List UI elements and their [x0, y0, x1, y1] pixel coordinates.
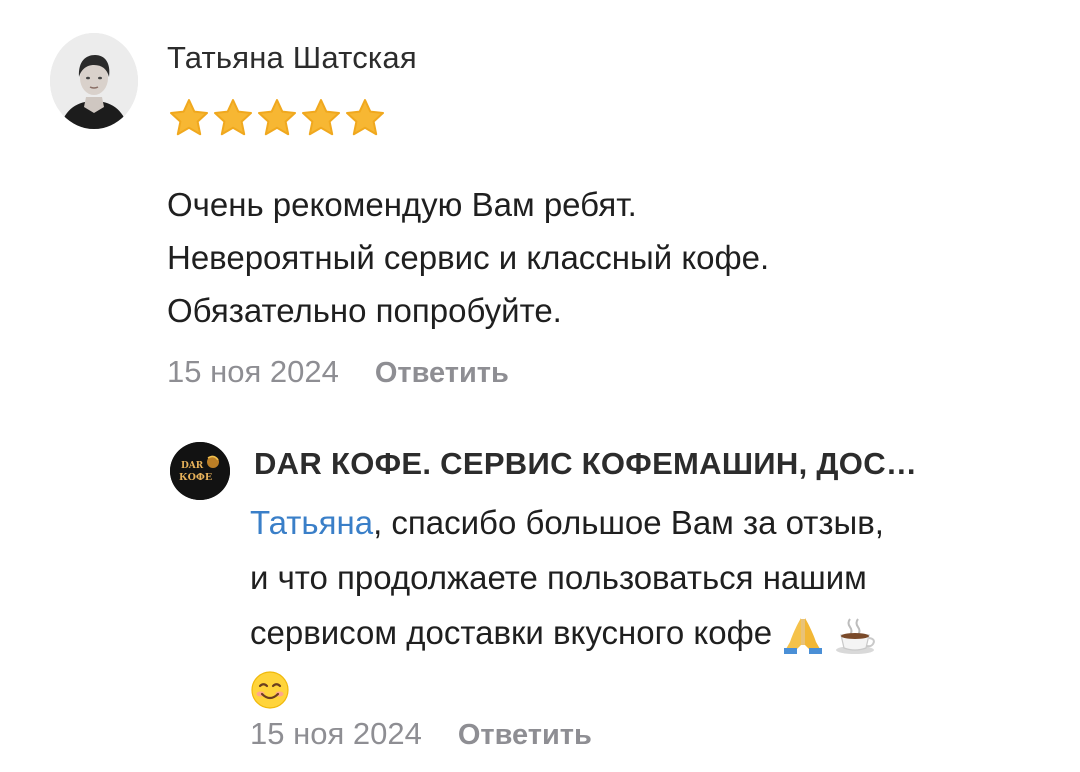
user-avatar-image — [50, 33, 138, 129]
reply-text: Татьяна, спасибо большое Вам за отзыв, и… — [250, 495, 1050, 715]
business-logo-bottom: КОФЕ — [179, 472, 212, 483]
reply-text-fragment: сервисом доставки вкусного кофе — [250, 614, 773, 651]
reply-text-line: сервисом доставки вкусного кофе — [250, 605, 1050, 660]
hot-beverage-icon — [836, 618, 876, 655]
star-rating — [168, 98, 386, 138]
star-icon — [302, 99, 340, 136]
user-avatar[interactable] — [50, 33, 138, 129]
reply-text-fragment: , спасибо большое Вам за отзыв, — [373, 504, 884, 541]
reply-button[interactable]: Ответить — [458, 719, 592, 752]
business-avatar[interactable]: DAR КОФЕ — [170, 442, 230, 500]
review-date: 15 ноя 2024 — [167, 354, 339, 389]
review-text-line: Невероятный сервис и классный кофе. — [167, 239, 770, 276]
business-author-name[interactable]: DAR КОФЕ. СЕРВИС КОФЕМАШИН, ДОС… — [254, 446, 917, 482]
business-logo-icon: DAR КОФЕ — [170, 442, 230, 500]
review-text-line: Обязательно попробуйте. — [167, 292, 562, 329]
star-icon — [170, 99, 208, 136]
reply-meta: 15 ноя 2024 Ответить — [250, 716, 592, 752]
folded-hands-icon — [784, 618, 823, 655]
smiling-face-icon — [251, 671, 289, 709]
star-icon — [214, 99, 252, 136]
user-mention-link[interactable]: Татьяна — [250, 504, 373, 541]
star-icon — [258, 99, 296, 136]
reply-text-line: Татьяна, спасибо большое Вам за отзыв, — [250, 495, 1050, 550]
review-text: Очень рекомендую Вам ребят. Невероятный … — [167, 178, 1027, 337]
reply-text-line: и что продолжаете пользоваться нашим — [250, 559, 867, 596]
review-meta: 15 ноя 2024 Ответить — [167, 354, 509, 390]
review-author-name[interactable]: Татьяна Шатская — [167, 40, 417, 76]
review-text-line: Очень рекомендую Вам ребят. — [167, 186, 637, 223]
reply-button[interactable]: Ответить — [375, 357, 509, 390]
reply-text-line — [250, 660, 1050, 715]
reply-date: 15 ноя 2024 — [250, 716, 422, 751]
business-logo-top: DAR — [181, 461, 204, 471]
star-icon — [346, 99, 384, 136]
